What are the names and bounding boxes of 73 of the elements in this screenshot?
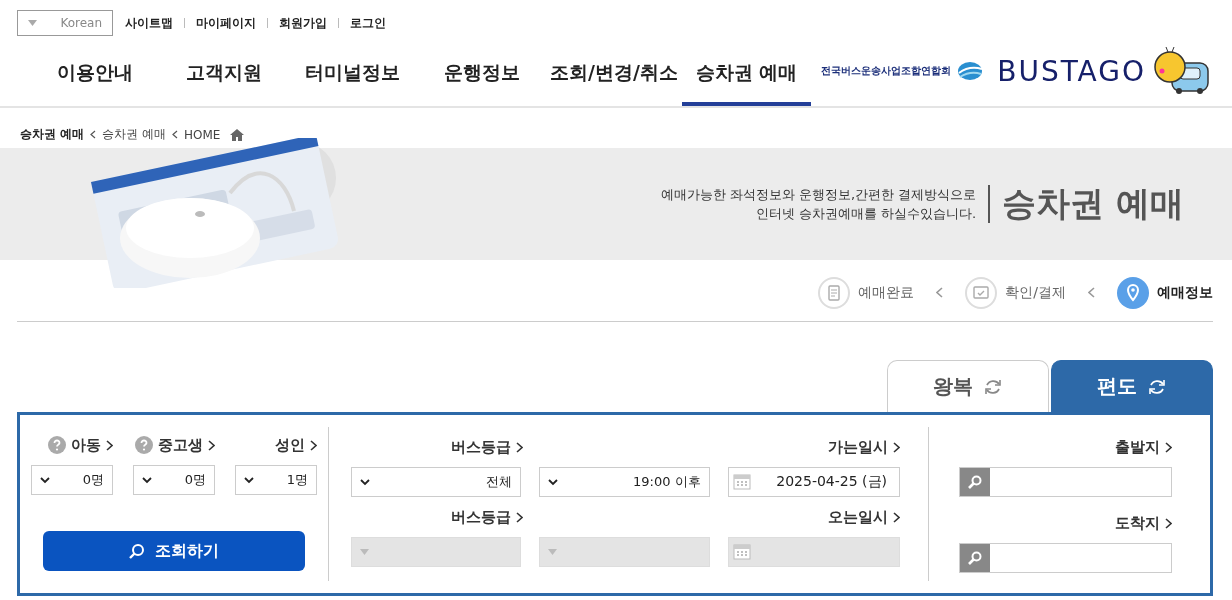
place-field[interactable] bbox=[959, 543, 1172, 573]
passenger-select[interactable]: 1명 bbox=[235, 465, 317, 495]
top-link[interactable]: 로그인 bbox=[350, 14, 386, 32]
step-label: 예매완료 bbox=[858, 283, 915, 302]
chevron-icon bbox=[1088, 287, 1095, 298]
caret-icon bbox=[40, 476, 50, 484]
mascot-bus-drawing bbox=[1152, 47, 1212, 95]
nav-tab[interactable]: 터미널정보 bbox=[288, 44, 417, 106]
chevron-icon bbox=[516, 441, 523, 453]
calendar-icon bbox=[732, 544, 751, 560]
caret-icon bbox=[360, 549, 369, 555]
passenger-select[interactable]: 0명 bbox=[133, 465, 215, 495]
chevron-icon bbox=[90, 130, 97, 139]
caret-icon bbox=[548, 549, 558, 555]
chevron-icon bbox=[310, 439, 317, 451]
calendar-icon bbox=[732, 474, 751, 490]
nav-tab[interactable]: 조회/변경/취소 bbox=[546, 44, 682, 106]
chevron-icon bbox=[936, 287, 944, 298]
date-field[interactable]: 2025-04-25 (금) bbox=[727, 467, 900, 497]
place-field[interactable] bbox=[959, 467, 1172, 497]
field-label: 버스등급 bbox=[451, 437, 511, 457]
search-icon bbox=[968, 475, 982, 489]
chevron-icon bbox=[172, 130, 178, 139]
top-link[interactable]: 회원가입 bbox=[279, 14, 327, 32]
field-label: 성인 bbox=[275, 435, 305, 455]
field-label: 출발지 bbox=[1115, 437, 1160, 457]
chevron-icon bbox=[106, 439, 113, 451]
brand-logo[interactable]: BUSTAGO bbox=[997, 54, 1146, 88]
caret-icon bbox=[360, 478, 370, 486]
top-link[interactable]: 마이페이지 bbox=[196, 14, 256, 32]
chevron-icon bbox=[1165, 517, 1172, 529]
page-title: 승차권 예매 bbox=[1002, 182, 1184, 225]
chevron-icon bbox=[208, 439, 215, 451]
step-label: 예매정보 bbox=[1157, 283, 1213, 302]
chevron-icon bbox=[893, 511, 900, 523]
breadcrumb-link[interactable]: HOME bbox=[184, 127, 221, 142]
home-icon bbox=[230, 128, 245, 141]
breadcrumb-link[interactable]: 승차권 예매 bbox=[102, 126, 166, 143]
caret-icon bbox=[548, 478, 559, 486]
banner-description: 인터넷 승차권예매를 하실수있습니다. bbox=[754, 205, 977, 223]
chevron-icon bbox=[893, 441, 900, 453]
chevron-icon bbox=[1165, 441, 1172, 453]
caret-icon bbox=[244, 476, 254, 484]
search-button[interactable] bbox=[960, 544, 990, 572]
caret-icon bbox=[142, 476, 152, 484]
organization-name: 전국버스운송사업조합연합회 bbox=[821, 64, 952, 78]
search-icon bbox=[129, 543, 145, 559]
trip-tab[interactable]: 왕복 bbox=[887, 360, 1049, 412]
step-label: 확인/결제 bbox=[1005, 283, 1066, 302]
trip-tab[interactable]: 편도 bbox=[1051, 360, 1213, 412]
caret-icon bbox=[28, 20, 37, 26]
search-button[interactable]: 조회하기 bbox=[43, 531, 305, 571]
nav-tab[interactable]: 운행정보 bbox=[417, 44, 546, 106]
globe-icon bbox=[957, 61, 984, 81]
top-link[interactable]: 사이트맵 bbox=[125, 14, 173, 32]
field-label: 아동 bbox=[71, 435, 101, 455]
field-label: 오는일시 bbox=[828, 507, 888, 527]
field-label: 버스등급 bbox=[451, 507, 511, 527]
search-button[interactable] bbox=[960, 468, 990, 496]
passenger-select[interactable]: 0명 bbox=[31, 465, 113, 495]
breadcrumb-link[interactable]: 승차권 예매 bbox=[20, 126, 85, 143]
chevron-icon bbox=[516, 511, 523, 523]
search-icon bbox=[968, 551, 982, 565]
field-label: 가는일시 bbox=[828, 437, 888, 457]
bus-grade-select[interactable]: 전체 bbox=[351, 467, 522, 497]
field-label: 도착지 bbox=[1115, 513, 1160, 533]
nav-tab[interactable]: 이용안내 bbox=[30, 44, 159, 106]
nav-tab[interactable]: 승차권 예매 bbox=[681, 44, 811, 106]
language-select[interactable]: Korean bbox=[17, 10, 113, 36]
time-select[interactable]: 19:00 이후 bbox=[539, 467, 710, 497]
field-label: 중고생 bbox=[158, 435, 203, 455]
nav-tab[interactable]: 고객지원 bbox=[159, 44, 288, 106]
banner-description: 예매가능한 좌석정보와 운행정보,간편한 결제방식으로 bbox=[660, 186, 977, 204]
